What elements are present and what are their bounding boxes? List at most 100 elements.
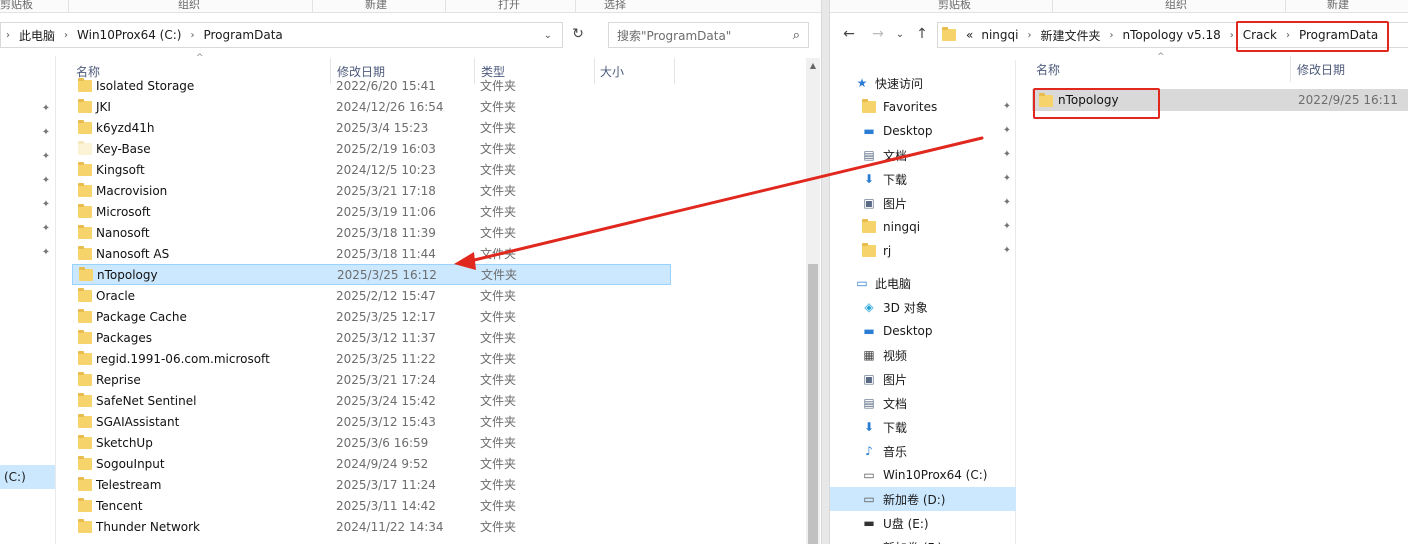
nav-item[interactable]: ▬ U盘 (E:) [830, 511, 1016, 535]
breadcrumb-ningqi[interactable]: ningqi [977, 28, 1022, 42]
nav-item-label: 图片 [883, 372, 908, 387]
pin-icon[interactable]: ✦ [1002, 245, 1012, 257]
list-item[interactable]: Key-Base 2025/2/19 16:03 文件夹 [72, 138, 671, 159]
nav-item[interactable]: ▬ Desktop [830, 319, 1016, 343]
nav-item[interactable]: ◈ 3D 对象 [830, 295, 1016, 319]
list-item[interactable]: Kingsoft 2024/12/5 10:23 文件夹 [72, 159, 671, 180]
nav-item[interactable]: ▣ 图片 [830, 367, 1016, 391]
item-name: Microsoft [96, 204, 151, 219]
list-item[interactable]: Telestream 2025/3/17 11:24 文件夹 [72, 474, 671, 495]
list-item[interactable]: Tencent 2025/3/11 14:42 文件夹 [72, 495, 671, 516]
forward-icon[interactable]: → [868, 24, 888, 44]
nav-item[interactable]: Favorites ✦ [830, 95, 1016, 119]
nav-item[interactable]: ▭ Win10Prox64 (C:) [830, 463, 1016, 487]
pin-icon[interactable]: ✦ [1002, 125, 1012, 137]
list-item[interactable]: SogouInput 2024/9/24 9:52 文件夹 [72, 453, 671, 474]
item-type: 文件夹 [480, 79, 517, 93]
picture-icon: ▣ [863, 196, 875, 210]
list-item[interactable]: Packages 2025/3/12 11:37 文件夹 [72, 327, 671, 348]
pin-icon[interactable]: ✦ [41, 199, 51, 211]
nav-item[interactable]: ⬇ 下载 ✦ [830, 167, 1016, 191]
pin-icon[interactable]: ✦ [41, 151, 51, 163]
list-item[interactable]: k6yzd41h 2025/3/4 15:23 文件夹 [72, 117, 671, 138]
list-item[interactable]: nTopology 2025/3/25 16:12 文件夹 [72, 264, 671, 285]
nav-this-pc[interactable]: ▭ 此电脑 [830, 271, 1016, 295]
nav-item[interactable]: rj ✦ [830, 239, 1016, 263]
list-item[interactable]: SketchUp 2025/3/6 16:59 文件夹 [72, 432, 671, 453]
desktop-icon: ▬ [863, 324, 875, 338]
list-item[interactable]: Isolated Storage 2022/6/20 15:41 文件夹 [72, 75, 671, 96]
scroll-thumb[interactable] [808, 264, 818, 544]
annotation-box-path [1236, 21, 1389, 52]
column-header-name[interactable]: 名称 [1036, 56, 1060, 82]
breadcrumb-programdata[interactable]: ProgramData [199, 28, 286, 42]
up-arrow-icon[interactable]: ↑ [912, 24, 932, 44]
pin-icon[interactable]: ✦ [41, 175, 51, 187]
search-input[interactable]: 搜索"ProgramData" ⌕ [608, 22, 809, 48]
pin-icon[interactable]: ✦ [1002, 173, 1012, 185]
search-icon[interactable]: ⌕ [793, 28, 800, 43]
breadcrumb-ntopology[interactable]: nTopology v5.18 [1118, 28, 1224, 42]
item-date: 2024/9/24 9:52 [336, 456, 429, 471]
nav-item[interactable]: ♪ 音乐 [830, 439, 1016, 463]
scroll-up-icon[interactable]: ▲ [806, 58, 820, 72]
pin-icon[interactable]: ✦ [1002, 221, 1012, 233]
list-item[interactable]: Thunder Network 2024/11/22 14:34 文件夹 [72, 516, 671, 537]
back-icon[interactable]: ← [839, 24, 859, 44]
list-item[interactable]: SafeNet Sentinel 2025/3/24 15:42 文件夹 [72, 390, 671, 411]
nav-item[interactable]: ▣ 图片 ✦ [830, 191, 1016, 215]
list-item[interactable]: JKI 2024/12/26 16:54 文件夹 [72, 96, 671, 117]
refresh-icon[interactable]: ↻ [568, 24, 588, 44]
item-name: SafeNet Sentinel [96, 393, 197, 408]
pin-icon[interactable]: ✦ [41, 247, 51, 259]
list-item[interactable]: SGAIAssistant 2025/3/12 15:43 文件夹 [72, 411, 671, 432]
nav-item[interactable]: ▤ 文档 [830, 391, 1016, 415]
pin-icon[interactable]: ✦ [1002, 197, 1012, 209]
nav-item[interactable]: ▭ 新加卷 (D:) [830, 487, 1016, 511]
pin-icon[interactable]: ✦ [41, 127, 51, 139]
folder-icon [78, 435, 92, 449]
breadcrumb-this-pc[interactable]: 此电脑 [15, 27, 59, 44]
nav-item[interactable]: ningqi ✦ [830, 215, 1016, 239]
nav-item-label: 图片 [883, 196, 908, 211]
nav-item-drive-c[interactable]: (C:) [0, 465, 55, 489]
chevron-down-icon[interactable]: ⌄ [544, 30, 552, 41]
nav-quick-access[interactable]: ★ 快速访问 [830, 71, 1016, 95]
item-date: 2025/3/19 11:06 [336, 204, 436, 219]
breadcrumb-new-folder[interactable]: 新建文件夹 [1036, 27, 1104, 44]
recent-locations-icon[interactable]: ⌄ [890, 24, 910, 44]
list-item[interactable]: Nanosoft AS 2025/3/18 11:44 文件夹 [72, 243, 671, 264]
item-date: 2025/3/25 12:17 [336, 309, 436, 324]
pin-icon[interactable]: ✦ [1002, 101, 1012, 113]
folder-icon [78, 414, 92, 428]
nav-item[interactable]: ⬇ 下载 [830, 415, 1016, 439]
folder-icon [78, 330, 92, 344]
list-item[interactable]: Oracle 2025/2/12 15:47 文件夹 [72, 285, 671, 306]
item-date: 2025/3/4 15:23 [336, 120, 429, 135]
nav-item[interactable]: ▦ 视频 [830, 343, 1016, 367]
item-date: 2022/9/25 16:11 [1298, 93, 1398, 107]
vertical-scrollbar[interactable]: ▲ [806, 58, 820, 544]
item-type: 文件夹 [480, 457, 517, 471]
list-item[interactable]: Package Cache 2025/3/25 12:17 文件夹 [72, 306, 671, 327]
item-date: 2025/3/25 16:12 [337, 267, 437, 282]
column-header-date[interactable]: 修改日期 [1297, 56, 1345, 82]
breadcrumb-overflow[interactable]: « [962, 28, 977, 42]
pin-icon[interactable]: ✦ [41, 103, 51, 115]
pin-icon[interactable]: ✦ [1002, 149, 1012, 161]
list-item[interactable]: Microsoft 2025/3/19 11:06 文件夹 [72, 201, 671, 222]
pin-icon[interactable]: ✦ [41, 223, 51, 235]
item-name: regid.1991-06.com.microsoft [96, 351, 270, 366]
list-item[interactable]: Nanosoft 2025/3/18 11:39 文件夹 [72, 222, 671, 243]
breadcrumb-drive-c[interactable]: Win10Prox64 (C:) [73, 28, 185, 42]
search-placeholder: 搜索"ProgramData" [617, 28, 732, 43]
nav-item[interactable]: ▬ Desktop ✦ [830, 119, 1016, 143]
nav-item[interactable]: ▤ 文档 ✦ [830, 143, 1016, 167]
list-item[interactable]: Macrovision 2025/3/21 17:18 文件夹 [72, 180, 671, 201]
nav-item[interactable]: ▭ 新加卷 (F:) [830, 535, 1016, 544]
item-date: 2025/3/11 14:42 [336, 498, 436, 513]
address-bar[interactable]: › 此电脑 › Win10Prox64 (C:) › ProgramData ⌄ [0, 22, 563, 48]
list-item[interactable]: regid.1991-06.com.microsoft 2025/3/25 11:… [72, 348, 671, 369]
item-type: 文件夹 [480, 226, 517, 240]
list-item[interactable]: Reprise 2025/3/21 17:24 文件夹 [72, 369, 671, 390]
